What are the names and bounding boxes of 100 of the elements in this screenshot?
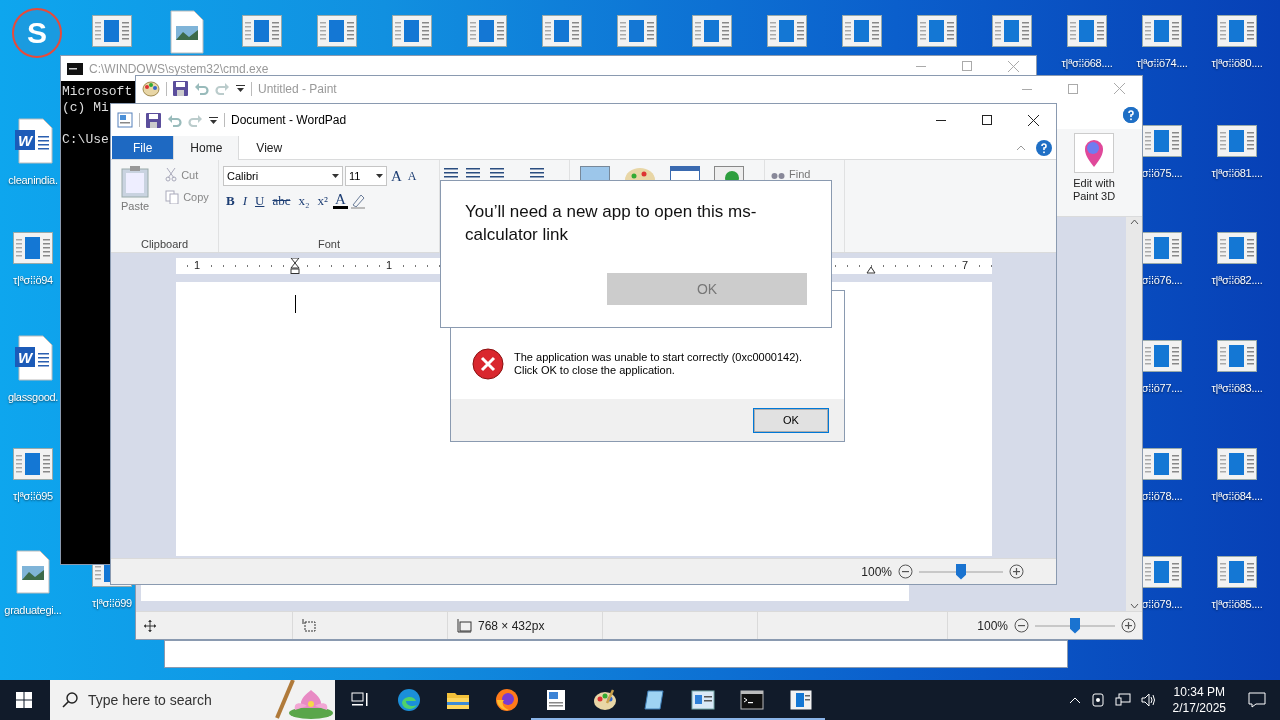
date: 2/17/2025	[1172, 700, 1226, 716]
desktop-icon-label[interactable]: σ⁞⁞ö78....	[1141, 490, 1183, 502]
document-window-icon	[917, 15, 957, 47]
ribbon-tab[interactable]: Home	[173, 136, 240, 160]
error-icon	[472, 348, 504, 380]
shrink-font-button[interactable]: A	[405, 168, 419, 184]
ok-button[interactable]: OK	[754, 408, 828, 432]
document-window-icon	[1217, 448, 1257, 480]
save-icon[interactable]	[146, 112, 161, 128]
dropdown-icon[interactable]	[236, 84, 245, 93]
document-window-icon	[1217, 125, 1257, 157]
ruler-number: 1	[194, 259, 201, 271]
zoom-level: 100%	[861, 564, 892, 579]
zoom-out-icon[interactable]	[898, 564, 913, 579]
search-box[interactable]: Type here to search	[50, 680, 335, 720]
paste-button[interactable]: Paste	[115, 166, 156, 238]
help-icon[interactable]	[1123, 107, 1139, 123]
indent-marker-icon[interactable]	[290, 258, 300, 274]
image-file-icon	[16, 550, 50, 594]
italic-button[interactable]: I	[239, 192, 250, 209]
document-window-icon	[992, 15, 1032, 47]
close-icon	[1007, 60, 1019, 72]
save-icon[interactable]	[173, 81, 188, 96]
desktop-icon-label[interactable]: τ|ªσ⁞⁞ö84....	[1211, 490, 1263, 502]
clock[interactable]: 10:34 PM 2/17/2025	[1166, 684, 1232, 716]
document-window-icon	[1217, 232, 1257, 264]
font-color-button[interactable]: A	[332, 192, 348, 209]
canvas-size: 768 × 432px	[478, 618, 545, 633]
chevron-up-icon[interactable]	[1068, 696, 1081, 704]
search-icon	[62, 692, 78, 708]
caret-icon	[332, 174, 339, 178]
document-window-icon	[392, 15, 432, 47]
window-icon	[690, 690, 715, 710]
desktop-icon-label[interactable]: τ|ªσ⁞⁞ö85....	[1211, 598, 1263, 610]
dropdown-icon[interactable]	[209, 115, 218, 125]
desktop-icon-label[interactable]: τ|ªσ⁞⁞ö83....	[1211, 382, 1263, 394]
task-view-icon	[350, 692, 369, 708]
desktop-icon-label[interactable]: τ|ªσ⁞⁞ö80....	[1211, 57, 1263, 69]
copy-icon	[165, 190, 180, 204]
windows-logo-icon	[16, 692, 32, 708]
notification-icon[interactable]	[1248, 692, 1266, 708]
grow-font-button[interactable]: A	[389, 167, 404, 185]
wordpad-icon	[544, 689, 567, 711]
desktop-icon-label[interactable]: σ⁞⁞ö76....	[1141, 274, 1183, 286]
dialog-message: You’ll need a new app to open this ms-calculator link	[464, 201, 758, 246]
edge-icon	[396, 688, 421, 712]
zoom-in-icon[interactable]	[1121, 618, 1136, 633]
document-window-icon	[1142, 15, 1182, 47]
maximize-icon	[962, 61, 972, 71]
canvas-size-icon	[456, 618, 472, 633]
underline-button[interactable]: U	[252, 192, 268, 209]
window-title: Document - WordPad	[231, 113, 347, 127]
sub-button[interactable]: x₂	[295, 192, 313, 209]
document-window-icon	[92, 15, 132, 47]
network-icon[interactable]	[1114, 693, 1131, 707]
device-icon[interactable]	[1090, 693, 1105, 707]
collapse-ribbon-icon[interactable]	[1016, 144, 1026, 151]
slider-thumb[interactable]	[956, 563, 966, 580]
folder-icon	[445, 690, 470, 710]
help-icon[interactable]	[1036, 139, 1052, 156]
wordpad-icon[interactable]	[117, 112, 133, 128]
console-line: C:\Use	[62, 132, 109, 148]
document-window-icon	[1217, 556, 1257, 588]
selection-icon	[301, 618, 317, 633]
find-button[interactable]: Find	[769, 166, 840, 182]
search-field[interactable]: Type here to search	[86, 691, 249, 709]
desktop-icon-label[interactable]: σ⁞⁞ö75....	[1141, 167, 1183, 179]
word-logo: W	[15, 130, 35, 150]
highlight-pen-icon[interactable]	[349, 192, 366, 209]
document-window-icon	[542, 15, 582, 47]
sup-button[interactable]: x²	[314, 192, 331, 209]
scroll-up-icon[interactable]	[1129, 219, 1139, 225]
document-window-icon	[467, 15, 507, 47]
zoom-in-icon[interactable]	[1009, 564, 1024, 579]
document-window-icon	[1217, 340, 1257, 372]
slider-thumb[interactable]	[1070, 617, 1080, 634]
right-indent-marker-icon[interactable]	[866, 266, 876, 274]
desktop-icon-label[interactable]: σ⁞⁞ö77....	[1141, 382, 1183, 394]
file-menu-button[interactable]: File	[112, 136, 174, 159]
maximize-icon	[1068, 83, 1078, 94]
desktop-icon-label[interactable]: σ⁞⁞ö79....	[1141, 598, 1183, 610]
scroll-down-icon[interactable]	[1129, 603, 1139, 609]
desktop-icon-label[interactable]: τ|ªσ⁞⁞ö74....	[1136, 57, 1188, 69]
document-window-icon	[13, 232, 53, 264]
zoom-out-icon[interactable]	[1014, 618, 1029, 633]
desktop-icon-label[interactable]: τ|ªσ⁞⁞ö81....	[1211, 167, 1263, 179]
strike-button[interactable]: abc	[269, 192, 294, 209]
bold-button[interactable]: B	[223, 192, 238, 209]
palette-icon[interactable]	[142, 80, 160, 97]
font-size-dropdown[interactable]: 11	[345, 166, 387, 186]
desktop-icon-label[interactable]: τ|ªσ⁞⁞ö82....	[1211, 274, 1263, 286]
edit-with-paint-3d-button[interactable]: Edit with Paint 3D	[1060, 129, 1128, 216]
palette-icon	[592, 689, 617, 711]
maximize-icon	[982, 115, 992, 125]
time: 10:34 PM	[1173, 684, 1225, 700]
console-line: Microsoft	[62, 84, 133, 100]
speaker-icon[interactable]	[1140, 693, 1157, 707]
font-family-dropdown[interactable]: Calibri	[223, 166, 343, 186]
vertical-scrollbar[interactable]	[1126, 217, 1142, 611]
desktop-icon-label[interactable]: τ|ªσ⁞⁞ö68....	[1061, 57, 1113, 69]
